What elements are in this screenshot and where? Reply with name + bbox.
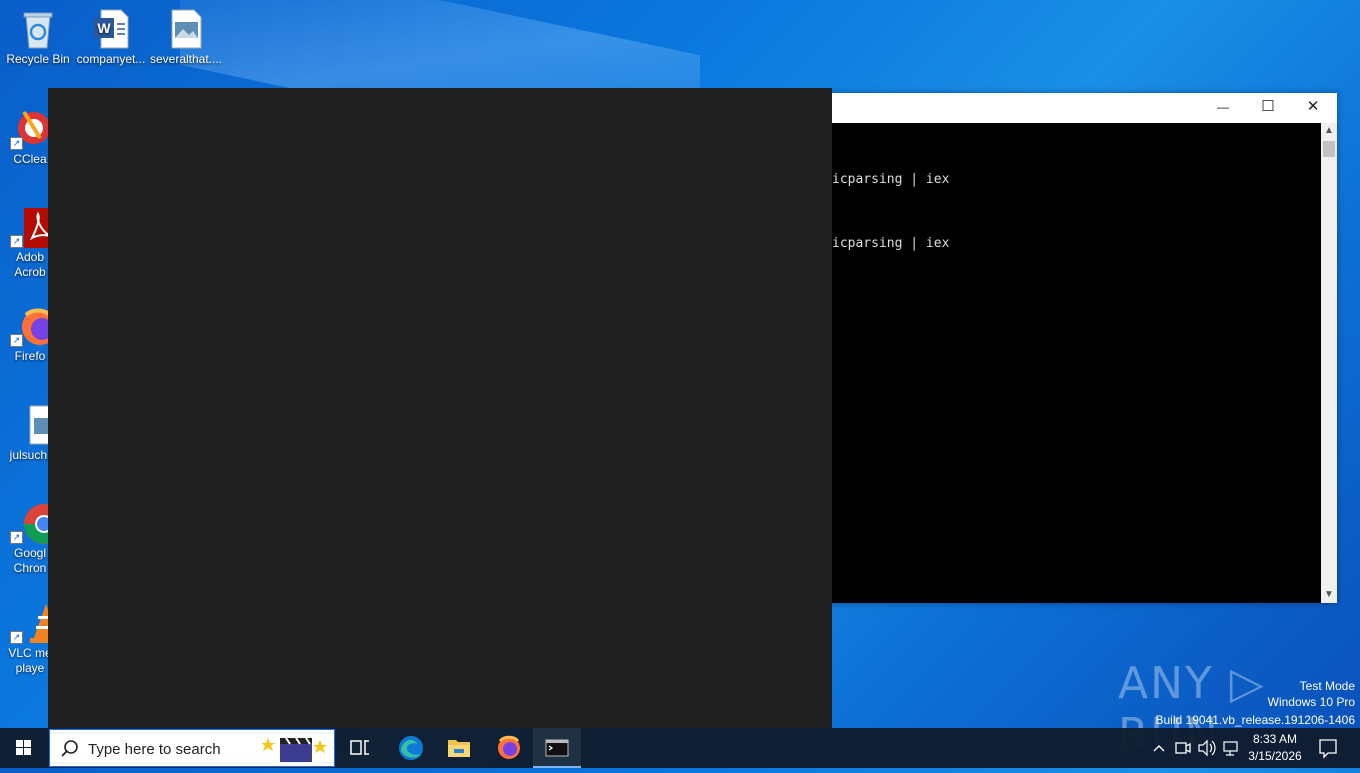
- folder-icon: [448, 740, 470, 757]
- shortcut-arrow-icon: ↗: [10, 334, 23, 347]
- desktop-icon-image-file[interactable]: severalthat....: [148, 8, 224, 67]
- start-button[interactable]: [0, 728, 48, 768]
- console-line: icparsing | iex: [832, 172, 950, 187]
- shortcut-arrow-icon: ↗: [10, 531, 23, 544]
- shortcut-arrow-icon: ↗: [10, 137, 23, 150]
- console-output[interactable]: icparsing | iex icparsing | iex: [790, 123, 1321, 603]
- console-icon: [545, 739, 569, 757]
- console-taskbar-button[interactable]: [533, 728, 581, 768]
- taskbar-clock[interactable]: 8:33 AM 3/15/2026: [1232, 731, 1318, 765]
- notification-icon: [1319, 739, 1337, 759]
- clock-date: 3/15/2026: [1248, 749, 1302, 763]
- shortcut-arrow-icon: ↗: [10, 235, 23, 248]
- scroll-thumb[interactable]: [1323, 141, 1335, 157]
- console-scrollbar[interactable]: ▲ ▼: [1321, 123, 1337, 603]
- close-button[interactable]: ✕: [1290, 93, 1336, 123]
- ccleaner-icon: ↗: [10, 108, 50, 150]
- edge-icon: [399, 736, 423, 760]
- scroll-down-arrow-icon[interactable]: ▼: [1321, 587, 1337, 603]
- desktop-icon-label: Recycle Bin: [6, 52, 70, 66]
- task-view-button[interactable]: [336, 728, 384, 768]
- edge-taskbar-button[interactable]: [387, 728, 435, 768]
- tray-show-hidden-icons[interactable]: [1150, 728, 1168, 768]
- desktop-icon-recycle-bin[interactable]: Recycle Bin: [0, 8, 76, 67]
- console-window[interactable]: — ☐ ✕ icparsing | iex icparsing | iex ▲ …: [790, 93, 1337, 603]
- minimize-button[interactable]: —: [1200, 93, 1246, 123]
- shortcut-arrow-icon: ↗: [10, 631, 23, 644]
- google-chrome-icon: ↗: [10, 502, 64, 544]
- vlc-cone-icon: ↗: [10, 602, 62, 644]
- taskbar: Type here to search 8:33 AM 3/15/2026: [0, 728, 1360, 768]
- taskbar-search-box[interactable]: Type here to search: [49, 729, 335, 767]
- clock-time: 8:33 AM: [1252, 732, 1298, 746]
- firefox-taskbar-button[interactable]: [485, 728, 533, 768]
- test-mode-label: Test Mode: [1299, 679, 1355, 693]
- search-icon: [61, 740, 78, 757]
- recycle-bin-icon: [18, 8, 58, 50]
- windows-edition-label: Windows 10 Pro: [1267, 695, 1355, 709]
- build-label: Build 19041.vb_release.191206-1406: [1155, 713, 1356, 727]
- speaker-icon: [1198, 739, 1216, 757]
- dark-overlay-window[interactable]: [48, 88, 832, 728]
- search-highlight-clapperboard-icon: [262, 737, 327, 762]
- adobe-acrobat-icon: ↗: [10, 206, 58, 248]
- tray-meet-now[interactable]: [1172, 728, 1194, 768]
- image-file-icon: [10, 404, 59, 446]
- action-center-button[interactable]: [1312, 728, 1344, 768]
- desktop-icon-word-document[interactable]: W companyet...: [73, 8, 149, 67]
- chevron-up-icon: [1153, 745, 1165, 752]
- file-explorer-taskbar-button[interactable]: [435, 728, 483, 768]
- console-titlebar[interactable]: — ☐ ✕: [790, 93, 1337, 123]
- task-view-icon: [350, 740, 369, 755]
- desktop-icon-label: severalthat....: [149, 52, 223, 66]
- scroll-up-arrow-icon[interactable]: ▲: [1321, 123, 1337, 139]
- svg-text:W: W: [97, 20, 111, 36]
- desktop-icon-label: companyet...: [76, 52, 146, 66]
- tray-volume[interactable]: [1196, 728, 1218, 768]
- camera-icon: [1175, 742, 1191, 754]
- console-line: icparsing | iex: [832, 236, 950, 251]
- image-file-icon: [166, 8, 206, 50]
- search-placeholder: Type here to search: [88, 741, 221, 758]
- word-document-icon: W: [91, 8, 131, 50]
- maximize-button[interactable]: ☐: [1245, 93, 1291, 123]
- windows-logo-icon: [16, 740, 31, 755]
- firefox-icon: [498, 735, 520, 759]
- firefox-icon: ↗: [10, 305, 58, 347]
